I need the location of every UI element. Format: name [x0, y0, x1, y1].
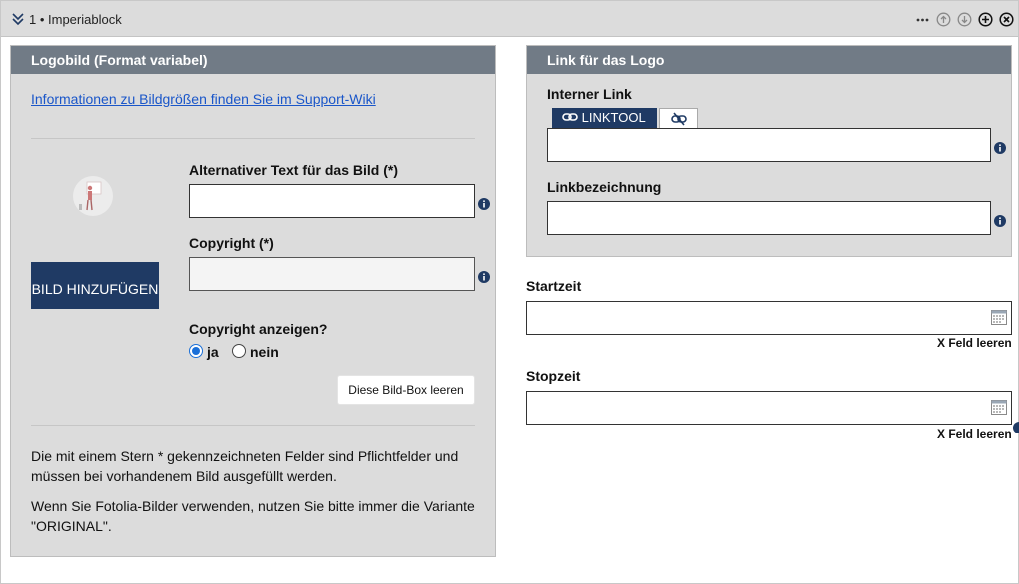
start-calendar-icon[interactable]: [991, 309, 1007, 325]
stop-time-label: Stopzeit: [526, 368, 581, 384]
divider-bottom: [31, 425, 475, 426]
required-fields-note: Die mit einem Stern * gekennzeichneten F…: [31, 448, 459, 484]
alt-text-info-icon[interactable]: [478, 197, 490, 210]
remove-icon[interactable]: [999, 11, 1014, 27]
module-title: 1 • Imperiablock: [29, 12, 122, 27]
stop-calendar-icon[interactable]: [991, 399, 1007, 415]
link-title-info-icon[interactable]: [994, 214, 1006, 227]
clear-image-box-button[interactable]: Diese Bild-Box leeren: [337, 375, 475, 405]
image-placeholder: [71, 174, 117, 220]
divider-top: [31, 138, 475, 139]
module-frame: 1 • Imperiablock Logobild (Format variab…: [0, 0, 1019, 584]
internal-link-input[interactable]: [547, 128, 991, 162]
show-copyright-no-radio[interactable]: [232, 344, 246, 358]
move-down-icon[interactable]: [957, 12, 972, 27]
copyright-info-icon[interactable]: [478, 270, 490, 283]
add-icon[interactable]: [978, 11, 993, 27]
add-image-button[interactable]: BILD HINZUFÜGEN: [31, 262, 159, 309]
alt-text-label: Alternativer Text für das Bild (*): [189, 162, 399, 178]
more-icon[interactable]: [915, 12, 930, 27]
logo-panel-header: Logobild (Format variabel): [11, 46, 495, 74]
show-copyright-yes-label: ja: [207, 344, 219, 360]
start-time-clear-link[interactable]: X Feld leeren: [937, 336, 1012, 350]
show-copyright-no-label: nein: [250, 344, 279, 360]
collapse-icon[interactable]: [11, 11, 25, 27]
show-copyright-yes-radio[interactable]: [189, 344, 203, 358]
internal-link-info-icon[interactable]: [994, 141, 1006, 154]
alt-text-input[interactable]: [189, 184, 475, 218]
module-titlebar: 1 • Imperiablock: [1, 1, 1018, 37]
module-actions: [915, 11, 1014, 27]
start-time-label: Startzeit: [526, 278, 582, 294]
copyright-label: Copyright (*): [189, 235, 274, 251]
linktool-tab-label: LINKTOOL: [581, 110, 646, 125]
logo-link-panel: Link für das Logo Interner Link LINKTOOL…: [526, 45, 1012, 257]
internal-link-label: Interner Link: [547, 86, 632, 102]
link-title-label: Linkbezeichnung: [547, 179, 662, 195]
show-copyright-label: Copyright anzeigen?: [189, 321, 328, 337]
start-time-input[interactable]: [526, 301, 1012, 335]
copyright-input[interactable]: [189, 257, 475, 291]
link-panel-header: Link für das Logo: [527, 46, 1011, 74]
move-up-icon[interactable]: [936, 12, 951, 27]
stop-time-input[interactable]: [526, 391, 1012, 425]
unlink-tab[interactable]: [659, 108, 698, 128]
stop-time-clear-link[interactable]: X Feld leeren: [937, 427, 1012, 441]
fotolia-note: Wenn Sie Fotolia-Bilder verwenden, nutze…: [31, 498, 475, 534]
support-wiki-link[interactable]: Informationen zu Bildgrößen finden Sie i…: [31, 91, 376, 107]
link-title-input[interactable]: [547, 201, 991, 235]
link-icon: [562, 109, 578, 121]
logo-image-panel: Logobild (Format variabel) Informationen…: [10, 45, 496, 557]
unlink-icon: [671, 112, 687, 126]
stop-time-info-icon[interactable]: [1013, 421, 1019, 433]
linktool-tab[interactable]: LINKTOOL: [552, 108, 657, 128]
